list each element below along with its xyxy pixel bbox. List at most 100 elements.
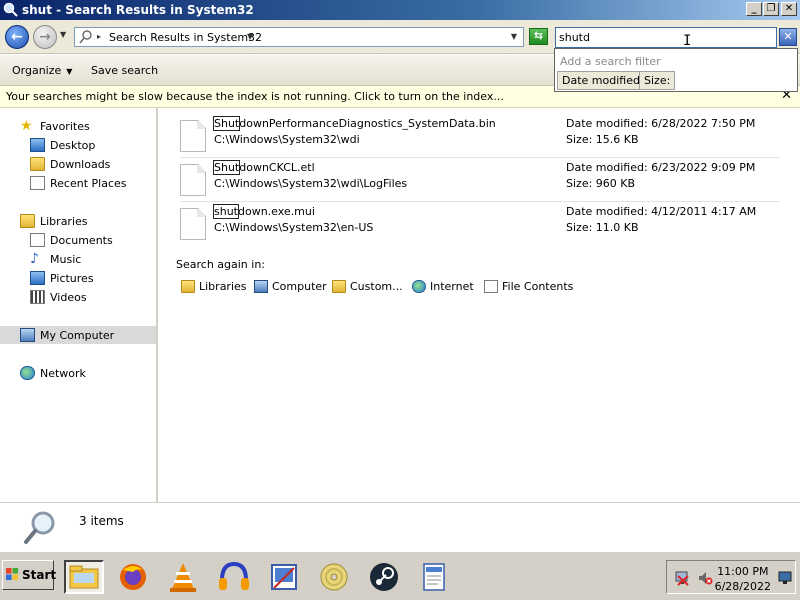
headphones-icon bbox=[219, 561, 249, 590]
result-item[interactable]: ShutdownPerformanceDiagnostics_SystemDat… bbox=[180, 114, 780, 158]
organize-dropdown-icon: ▼ bbox=[66, 67, 73, 76]
pictures-icon bbox=[30, 271, 45, 285]
title-bar[interactable]: shut - Search Results in System32 _ ❐ ✕ bbox=[0, 0, 800, 20]
start-label: Start bbox=[22, 568, 57, 582]
file-icon bbox=[180, 164, 206, 196]
taskbar-firefox[interactable] bbox=[115, 560, 155, 594]
index-warning-text[interactable]: Your searches might be slow because the … bbox=[6, 90, 504, 103]
result-item[interactable]: ShutdownCKCL.etl C:\Windows\System32\wdi… bbox=[180, 158, 780, 202]
file-name: ShutdownCKCL.etl bbox=[212, 160, 315, 175]
navigation-pane: ★ Favorites Desktop Downloads Recent Pla… bbox=[0, 108, 158, 502]
taskbar: Start 11:00 PM 6/28/2022 bbox=[0, 550, 800, 600]
clock-date: 6/28/2022 bbox=[714, 580, 771, 593]
filter-size[interactable]: Size: bbox=[639, 71, 676, 90]
close-button[interactable]: ✕ bbox=[781, 2, 797, 16]
address-bar[interactable]: ▸ Search Results in System32 ▼ ▼ bbox=[74, 27, 524, 47]
file-date-modified: Date modified: 4/12/2011 4:17 AM bbox=[566, 205, 757, 218]
taskbar-wordpad[interactable] bbox=[416, 560, 456, 594]
file-date-modified: Date modified: 6/28/2022 7:50 PM bbox=[566, 117, 756, 130]
nav-label: Libraries bbox=[40, 215, 88, 228]
wordpad-icon bbox=[423, 563, 445, 591]
nav-label: Desktop bbox=[50, 139, 96, 152]
firefox-icon bbox=[120, 564, 146, 590]
documents-icon bbox=[30, 233, 45, 247]
organize-label: Organize bbox=[12, 64, 62, 77]
refresh-button[interactable]: ⇆ bbox=[529, 28, 548, 45]
back-arrow-icon: ← bbox=[11, 29, 23, 45]
recent-pages-chevron-icon[interactable]: ▼ bbox=[60, 30, 66, 39]
file-contents-icon bbox=[484, 280, 498, 293]
file-icon bbox=[180, 120, 206, 152]
video-film-icon bbox=[30, 290, 45, 304]
downloads-folder-icon bbox=[30, 157, 45, 171]
path-dropdown-icon[interactable]: ▼ bbox=[247, 32, 253, 41]
address-dropdown-icon[interactable]: ▼ bbox=[511, 32, 517, 41]
file-path: C:\Windows\System32\wdi bbox=[214, 133, 360, 146]
details-pane: 3 items bbox=[0, 502, 800, 550]
taskbar-paint[interactable] bbox=[266, 560, 306, 594]
search-again-label-text: Computer bbox=[272, 280, 327, 293]
search-window-icon bbox=[3, 2, 18, 17]
save-search-button[interactable]: Save search bbox=[91, 64, 158, 77]
forward-button[interactable]: → bbox=[33, 25, 57, 49]
nav-label: Recent Places bbox=[50, 177, 127, 190]
forward-arrow-icon: → bbox=[39, 29, 51, 45]
taskbar-vlc[interactable] bbox=[165, 560, 205, 594]
taskbar-cd-drive[interactable] bbox=[316, 560, 356, 594]
nav-label: Pictures bbox=[50, 272, 94, 285]
clock-time: 11:00 PM bbox=[717, 565, 769, 578]
desktop-icon bbox=[30, 138, 45, 152]
search-filter-hint: Add a search filter bbox=[560, 55, 661, 68]
breadcrumb-separator-icon[interactable]: ▸ bbox=[97, 32, 101, 41]
taskbar-steam[interactable] bbox=[366, 560, 406, 594]
magnifier-icon bbox=[24, 511, 55, 544]
organize-button[interactable]: Organize ▼ bbox=[12, 64, 72, 77]
network-disconnected-icon[interactable] bbox=[674, 570, 690, 586]
search-results-pane: ShutdownPerformanceDiagnostics_SystemDat… bbox=[160, 108, 800, 502]
cd-disc-icon bbox=[320, 563, 348, 591]
search-again-label-text: Internet bbox=[430, 280, 474, 293]
nav-label: Videos bbox=[50, 291, 87, 304]
file-path: C:\Windows\System32\en-US bbox=[214, 221, 374, 234]
nav-label: Favorites bbox=[40, 120, 90, 133]
search-box[interactable] bbox=[555, 27, 777, 48]
steam-icon bbox=[370, 563, 398, 591]
restore-button[interactable]: ❐ bbox=[763, 2, 779, 16]
search-icon bbox=[79, 30, 92, 44]
match-highlight: Shut bbox=[212, 116, 241, 131]
network-globe-icon bbox=[20, 366, 35, 380]
music-note-icon: ♪ bbox=[30, 251, 39, 267]
minimize-button[interactable]: _ bbox=[746, 2, 762, 16]
paint-icon bbox=[271, 564, 297, 590]
file-name: ShutdownPerformanceDiagnostics_SystemDat… bbox=[212, 116, 496, 131]
taskbar-explorer[interactable] bbox=[64, 560, 104, 594]
display-icon[interactable] bbox=[778, 571, 792, 585]
search-again-label: Search again in: bbox=[176, 258, 266, 271]
address-path: Search Results in System32 bbox=[109, 31, 263, 44]
file-name: shutdown.exe.mui bbox=[213, 204, 315, 219]
file-size: Size: 11.0 KB bbox=[566, 221, 639, 234]
clear-search-button[interactable]: ✕ bbox=[779, 28, 797, 46]
file-name-rest: down.exe.mui bbox=[238, 205, 315, 218]
vlc-cone-icon bbox=[170, 563, 196, 592]
file-path: C:\Windows\System32\wdi\LogFiles bbox=[214, 177, 408, 190]
windows-logo-icon bbox=[6, 568, 19, 581]
nav-label: Music bbox=[50, 253, 82, 266]
computer-icon bbox=[254, 280, 268, 293]
nav-label: Downloads bbox=[50, 158, 111, 171]
window-title: shut - Search Results in System32 bbox=[22, 3, 254, 17]
result-item[interactable]: shutdown.exe.mui C:\Windows\System32\en-… bbox=[180, 202, 780, 246]
system-tray: 11:00 PM 6/28/2022 bbox=[666, 560, 796, 594]
match-highlight: shut bbox=[213, 204, 239, 219]
filter-date-modified[interactable]: Date modified: bbox=[557, 71, 649, 90]
taskbar-audacity[interactable] bbox=[216, 560, 256, 594]
search-again-label-text: Custom... bbox=[350, 280, 403, 293]
clock[interactable]: 11:00 PM 6/28/2022 bbox=[715, 564, 771, 594]
back-button[interactable]: ← bbox=[5, 25, 29, 49]
recent-places-icon bbox=[30, 176, 45, 190]
search-input[interactable] bbox=[559, 29, 759, 46]
libraries-icon bbox=[20, 214, 35, 228]
start-button[interactable]: Start bbox=[2, 560, 57, 590]
file-date-modified: Date modified: 6/23/2022 9:09 PM bbox=[566, 161, 756, 174]
volume-muted-icon[interactable] bbox=[697, 570, 713, 586]
